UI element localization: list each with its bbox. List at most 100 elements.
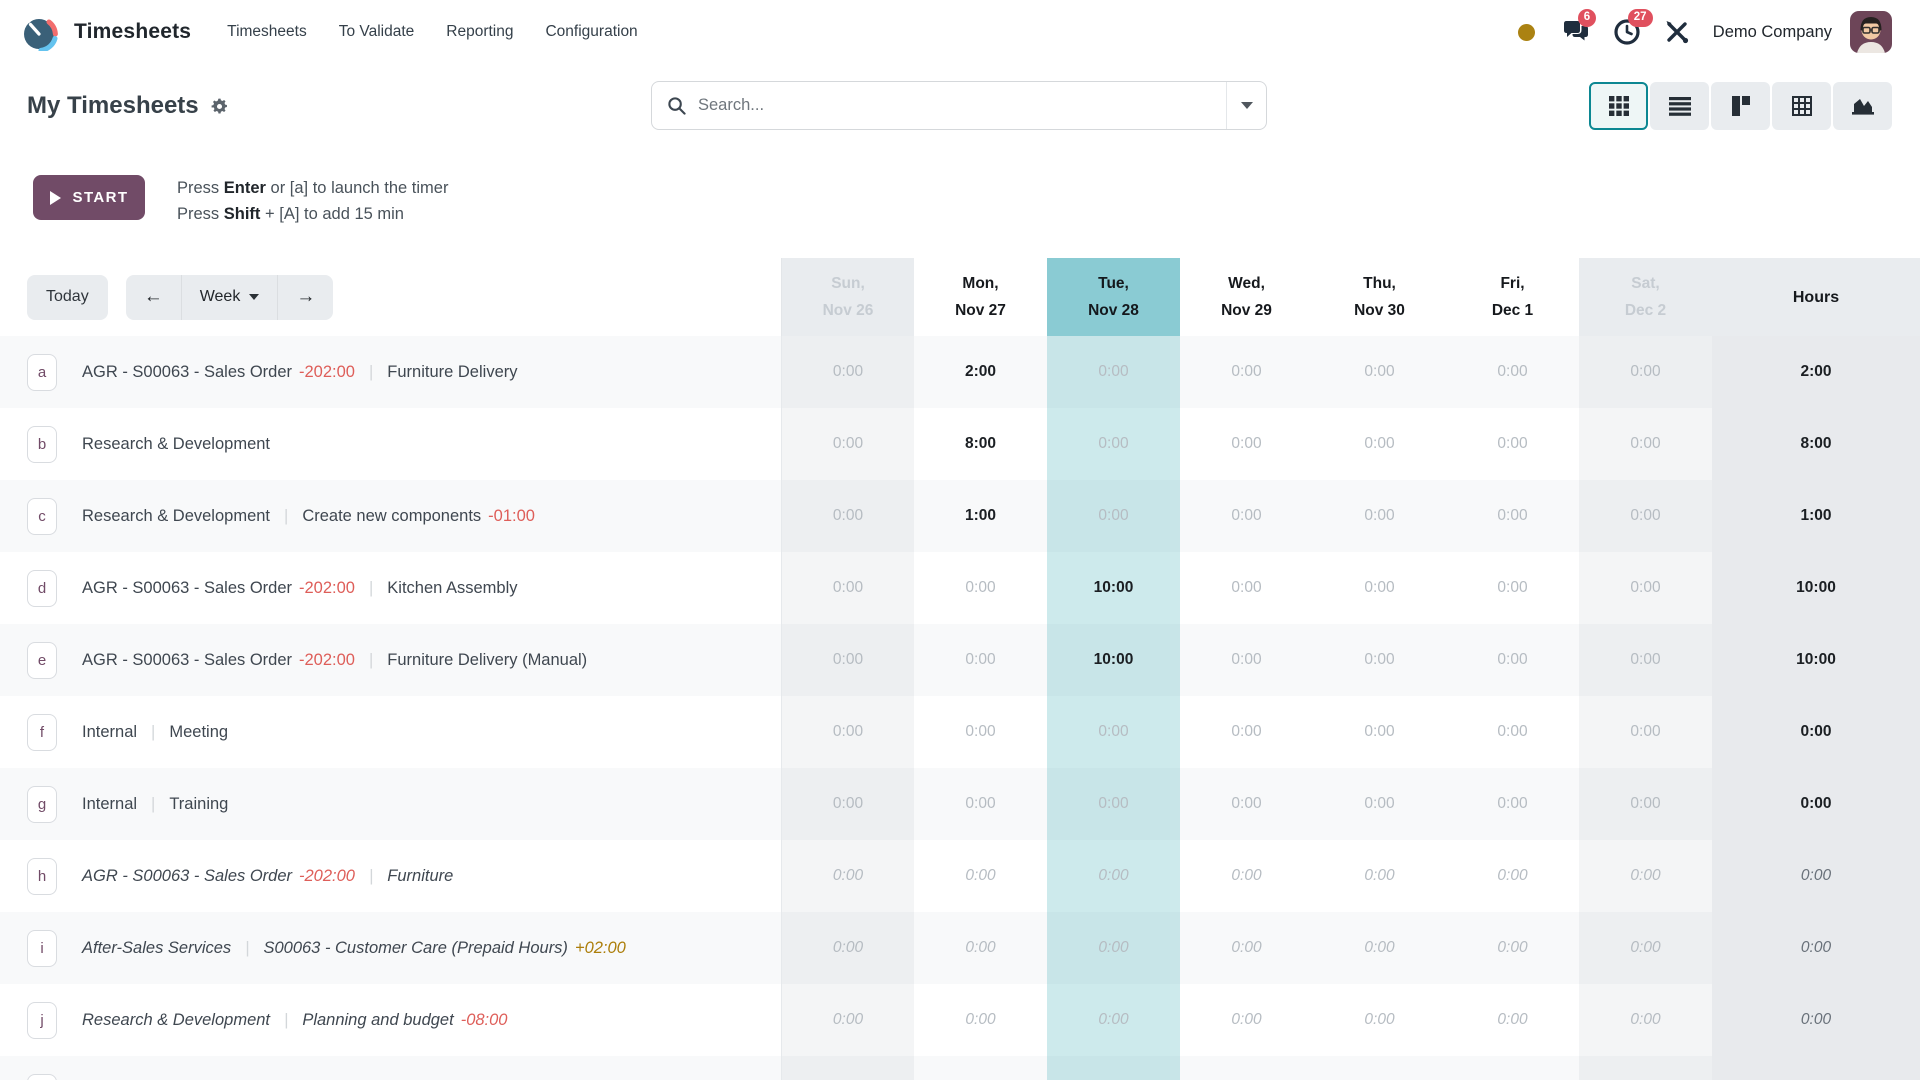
timesheet-cell-g-6[interactable]: 0:00 xyxy=(1446,768,1579,840)
activities-button[interactable]: 27 xyxy=(1609,14,1645,50)
timesheet-cell-a-7[interactable]: 0:00 xyxy=(1579,336,1712,408)
project-link[interactable]: AGR - S00063 - Sales Order xyxy=(82,579,292,597)
timesheet-cell-g-3[interactable]: 0:00 xyxy=(1047,768,1180,840)
gear-icon[interactable] xyxy=(210,97,229,116)
timesheet-cell-f-4[interactable]: 0:00 xyxy=(1180,696,1313,768)
next-range-button[interactable]: → xyxy=(277,275,333,320)
timesheet-cell-i-2[interactable]: 0:00 xyxy=(914,912,1047,984)
timesheet-cell-j-6[interactable]: 0:00 xyxy=(1446,984,1579,1056)
timesheet-cell-h-6[interactable]: 0:00 xyxy=(1446,840,1579,912)
timesheet-cell-h-7[interactable]: 0:00 xyxy=(1579,840,1712,912)
timesheet-cell-h-5[interactable]: 0:00 xyxy=(1313,840,1446,912)
menu-to-validate[interactable]: To Validate xyxy=(323,15,431,49)
timesheet-cell-i-3[interactable]: 0:00 xyxy=(1047,912,1180,984)
company-switcher[interactable]: Demo Company xyxy=(1713,23,1832,42)
previous-range-button[interactable]: ← xyxy=(126,275,181,320)
start-timer-button[interactable]: START xyxy=(33,175,145,220)
timesheet-cell-e-2[interactable]: 0:00 xyxy=(914,624,1047,696)
timesheet-cell-i-4[interactable]: 0:00 xyxy=(1180,912,1313,984)
timesheet-cell-f-7[interactable]: 0:00 xyxy=(1579,696,1712,768)
timesheet-cell-g-2[interactable]: 0:00 xyxy=(914,768,1047,840)
timesheet-cell-d-2[interactable]: 0:00 xyxy=(914,552,1047,624)
timesheet-cell-a-6[interactable]: 0:00 xyxy=(1446,336,1579,408)
timesheet-cell-g-4[interactable]: 0:00 xyxy=(1180,768,1313,840)
timesheet-cell-c-1[interactable]: 0:00 xyxy=(781,480,914,552)
search-input[interactable] xyxy=(698,96,1226,115)
timesheet-cell-c-5[interactable]: 0:00 xyxy=(1313,480,1446,552)
view-switch-pivot[interactable] xyxy=(1772,82,1831,130)
search-dropdown-toggle[interactable] xyxy=(1226,82,1266,129)
project-link[interactable]: AGR - S00063 - Sales Order xyxy=(82,651,292,669)
timesheet-cell-g-7[interactable]: 0:00 xyxy=(1579,768,1712,840)
app-brand[interactable]: Timesheets xyxy=(20,13,191,51)
timesheet-cell-a-3[interactable]: 0:00 xyxy=(1047,336,1180,408)
timesheet-cell-a-1[interactable]: 0:00 xyxy=(781,336,914,408)
timesheet-cell-e-1[interactable]: 0:00 xyxy=(781,624,914,696)
timesheet-cell-k-2[interactable]: 0:00 xyxy=(914,1056,1047,1080)
timesheet-cell-h-4[interactable]: 0:00 xyxy=(1180,840,1313,912)
timesheet-cell-e-5[interactable]: 0:00 xyxy=(1313,624,1446,696)
timesheet-cell-i-6[interactable]: 0:00 xyxy=(1446,912,1579,984)
timesheet-cell-e-6[interactable]: 0:00 xyxy=(1446,624,1579,696)
timesheet-cell-j-4[interactable]: 0:00 xyxy=(1180,984,1313,1056)
task-link[interactable]: Training xyxy=(169,795,228,813)
timesheet-cell-d-6[interactable]: 0:00 xyxy=(1446,552,1579,624)
timesheet-cell-h-1[interactable]: 0:00 xyxy=(781,840,914,912)
task-link[interactable]: Create new components xyxy=(302,507,481,525)
range-dropdown[interactable]: Week xyxy=(181,275,278,320)
project-link[interactable]: Internal xyxy=(82,723,137,741)
project-link[interactable]: Research & Development xyxy=(82,435,270,453)
timesheet-cell-d-3[interactable]: 10:00 xyxy=(1047,552,1180,624)
timesheet-cell-b-5[interactable]: 0:00 xyxy=(1313,408,1446,480)
project-link[interactable]: Internal xyxy=(82,795,137,813)
menu-timesheets[interactable]: Timesheets xyxy=(211,15,323,49)
timesheet-cell-b-7[interactable]: 0:00 xyxy=(1579,408,1712,480)
task-link[interactable]: Furniture Delivery xyxy=(387,363,517,381)
timesheet-cell-c-2[interactable]: 1:00 xyxy=(914,480,1047,552)
timesheet-cell-e-7[interactable]: 0:00 xyxy=(1579,624,1712,696)
timesheet-cell-f-1[interactable]: 0:00 xyxy=(781,696,914,768)
timesheet-cell-f-3[interactable]: 0:00 xyxy=(1047,696,1180,768)
timesheet-cell-k-1[interactable]: 0:00 xyxy=(781,1056,914,1080)
timesheet-cell-i-5[interactable]: 0:00 xyxy=(1313,912,1446,984)
user-avatar[interactable] xyxy=(1850,11,1892,53)
timesheet-cell-k-4[interactable]: 0:00 xyxy=(1180,1056,1313,1080)
timesheet-cell-c-7[interactable]: 0:00 xyxy=(1579,480,1712,552)
task-link[interactable]: S00063 - Customer Care (Prepaid Hours) xyxy=(263,939,567,957)
timesheet-cell-h-2[interactable]: 0:00 xyxy=(914,840,1047,912)
timesheet-cell-b-3[interactable]: 0:00 xyxy=(1047,408,1180,480)
tools-button[interactable] xyxy=(1659,14,1695,50)
project-link[interactable]: After-Sales Services xyxy=(82,939,231,957)
menu-configuration[interactable]: Configuration xyxy=(529,15,653,49)
task-link[interactable]: Planning and budget xyxy=(302,1011,453,1029)
timesheet-cell-f-2[interactable]: 0:00 xyxy=(914,696,1047,768)
timesheet-cell-d-5[interactable]: 0:00 xyxy=(1313,552,1446,624)
timesheet-cell-j-1[interactable]: 0:00 xyxy=(781,984,914,1056)
timesheet-cell-g-5[interactable]: 0:00 xyxy=(1313,768,1446,840)
timesheet-cell-a-4[interactable]: 0:00 xyxy=(1180,336,1313,408)
timesheet-cell-a-2[interactable]: 2:00 xyxy=(914,336,1047,408)
timesheet-cell-c-3[interactable]: 0:00 xyxy=(1047,480,1180,552)
timesheet-cell-b-1[interactable]: 0:00 xyxy=(781,408,914,480)
timesheet-cell-f-6[interactable]: 0:00 xyxy=(1446,696,1579,768)
task-link[interactable]: Kitchen Assembly xyxy=(387,579,517,597)
timesheet-cell-j-3[interactable]: 0:00 xyxy=(1047,984,1180,1056)
timesheet-cell-j-5[interactable]: 0:00 xyxy=(1313,984,1446,1056)
project-link[interactable]: Research & Development xyxy=(82,507,270,525)
view-switch-grid[interactable] xyxy=(1589,82,1648,130)
timesheet-cell-e-4[interactable]: 0:00 xyxy=(1180,624,1313,696)
timesheet-cell-j-7[interactable]: 0:00 xyxy=(1579,984,1712,1056)
timesheet-cell-d-1[interactable]: 0:00 xyxy=(781,552,914,624)
timesheet-cell-a-5[interactable]: 0:00 xyxy=(1313,336,1446,408)
activity-status-dot[interactable] xyxy=(1509,14,1545,50)
timesheet-cell-c-6[interactable]: 0:00 xyxy=(1446,480,1579,552)
timesheet-cell-b-6[interactable]: 0:00 xyxy=(1446,408,1579,480)
menu-reporting[interactable]: Reporting xyxy=(430,15,529,49)
messages-button[interactable]: 6 xyxy=(1559,14,1595,50)
timesheet-cell-k-3[interactable]: 0:00 xyxy=(1047,1056,1180,1080)
timesheet-cell-h-3[interactable]: 0:00 xyxy=(1047,840,1180,912)
timesheet-cell-k-7[interactable]: 0:00 xyxy=(1579,1056,1712,1080)
view-switch-graph[interactable] xyxy=(1833,82,1892,130)
project-link[interactable]: Research & Development xyxy=(82,1011,270,1029)
timesheet-cell-f-5[interactable]: 0:00 xyxy=(1313,696,1446,768)
